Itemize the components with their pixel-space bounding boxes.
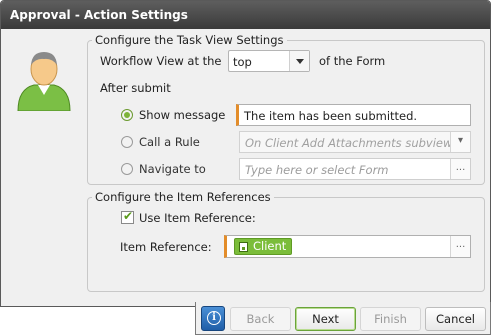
dialog-title: Approval - Action Settings bbox=[10, 8, 188, 22]
ellipsis-icon[interactable]: ... bbox=[450, 159, 470, 179]
item-references-legend: Configure the Item References bbox=[95, 190, 271, 204]
message-input[interactable]: The item has been submitted. bbox=[236, 104, 471, 126]
navigate-form-input[interactable]: Type here or select Form ... bbox=[239, 158, 471, 180]
item-reference-input[interactable]: Client ... bbox=[224, 235, 471, 258]
workflow-view-label: Workflow View at the bbox=[100, 54, 222, 68]
info-icon: i bbox=[207, 311, 221, 325]
navigate-form-placeholder: Type here or select Form bbox=[245, 163, 389, 177]
item-reference-token[interactable]: Client bbox=[234, 238, 293, 255]
call-rule-label: Call a Rule bbox=[139, 135, 200, 149]
cancel-button[interactable]: Cancel bbox=[425, 307, 486, 331]
after-submit-label: After submit bbox=[100, 81, 171, 95]
item-reference-label: Item Reference: bbox=[120, 240, 212, 254]
back-button[interactable]: Back bbox=[230, 307, 291, 331]
show-message-label: Show message bbox=[139, 108, 226, 122]
info-button[interactable]: i bbox=[201, 306, 225, 331]
checkmark-icon: ✔ bbox=[123, 209, 134, 223]
chevron-down-icon[interactable]: ▾ bbox=[450, 132, 470, 152]
item-reference-token-label: Client bbox=[253, 239, 287, 253]
action-settings-dialog: Approval - Action Settings Configure the… bbox=[0, 0, 491, 307]
user-avatar-icon bbox=[17, 52, 71, 111]
rule-value: On Client Add Attachments subview, bbox=[245, 136, 456, 150]
show-message-radio[interactable] bbox=[121, 109, 133, 121]
task-view-legend: Configure the Task View Settings bbox=[95, 33, 284, 47]
chevron-down-icon[interactable] bbox=[289, 51, 309, 71]
ellipsis-icon[interactable]: ... bbox=[450, 236, 470, 257]
use-item-reference-label: Use Item Reference: bbox=[139, 211, 256, 225]
workflow-view-select[interactable]: top bbox=[228, 50, 310, 72]
form-suffix-label: of the Form bbox=[319, 54, 386, 68]
wizard-footer: i Back Next Finish Cancel bbox=[195, 302, 491, 335]
next-button[interactable]: Next bbox=[295, 307, 356, 331]
rule-select[interactable]: On Client Add Attachments subview, ▾ bbox=[239, 131, 471, 153]
call-rule-radio[interactable] bbox=[121, 136, 133, 148]
control-icon bbox=[239, 242, 248, 252]
title-bar[interactable]: Approval - Action Settings bbox=[1, 1, 490, 29]
navigate-to-radio[interactable] bbox=[121, 163, 133, 175]
message-value: The item has been submitted. bbox=[244, 109, 418, 123]
navigate-to-label: Navigate to bbox=[139, 162, 206, 176]
finish-button[interactable]: Finish bbox=[360, 307, 421, 331]
workflow-view-value: top bbox=[233, 55, 252, 69]
use-item-reference-checkbox[interactable]: ✔ bbox=[121, 209, 134, 224]
